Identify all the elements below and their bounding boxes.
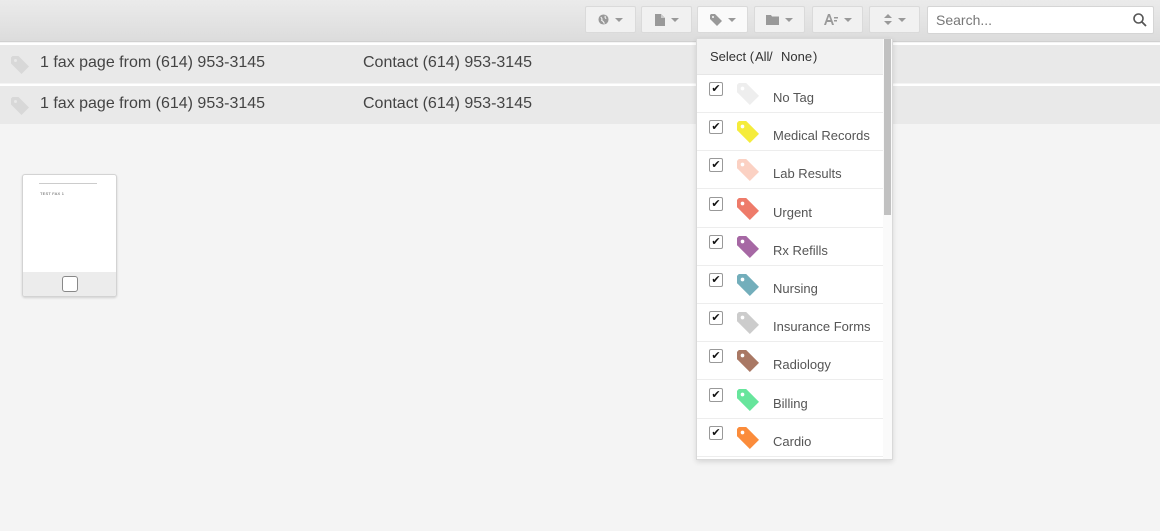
search-box [927,6,1154,34]
page-header-line [39,183,97,184]
chevron-down-icon [670,17,679,22]
tag-icon [11,97,29,115]
tag-option-checkbox[interactable]: ✔ [709,311,723,325]
folder-icon [766,15,779,25]
tag-icon [11,56,29,74]
tag-color-icon [737,236,759,258]
font-icon [823,14,838,25]
tag-color-icon [737,389,759,411]
tag-option-checkbox[interactable]: ✔ [709,158,723,172]
fax-row[interactable]: 1 fax page from (614) 953-3145 Contact (… [0,84,1160,124]
tag-option-label: Medical Records [773,128,870,143]
globe-filter-button[interactable] [585,6,636,33]
fax-title: 1 fax page from (614) 953-3145 [40,54,266,71]
tag-icon [709,13,722,26]
tag-option-label: Insurance Forms [773,319,871,334]
select-none-link[interactable]: None [781,49,812,64]
tag-color-icon [737,427,759,449]
tag-option-checkbox[interactable]: ✔ [709,197,723,211]
tag-color-icon [737,274,759,296]
tag-option-label: Cardio [773,434,812,449]
page-thumbnail[interactable]: TEST FAX 1 [22,174,117,297]
tag-option[interactable]: ✔ Insurance Forms [697,304,884,342]
tag-color-icon [737,198,759,220]
chevron-down-icon [897,17,906,22]
fax-row[interactable]: 1 fax page from (614) 953-3145 Contact (… [0,43,1160,83]
tag-color-icon [737,312,759,334]
tag-option[interactable]: ✔ Medical Records [697,113,884,151]
tag-option-label: Urgent [773,205,813,220]
tag-option-checkbox[interactable]: ✔ [709,82,723,96]
dropdown-scrollbar[interactable] [883,39,892,459]
tag-option[interactable]: ✔ No Tag [697,75,884,113]
tag-option-checkbox[interactable]: ✔ [709,120,723,134]
tag-option[interactable]: ✔ Urgent [697,190,884,228]
tag-color-icon [737,83,759,105]
toolbar [0,0,1160,42]
tag-option[interactable]: ✔ Lab Results [697,151,884,189]
folder-filter-button[interactable] [754,6,805,33]
thumbnail-footer [23,272,116,296]
globe-icon [598,14,609,25]
tag-option[interactable]: ✔ Cardio [697,419,884,457]
thumbnail-checkbox[interactable] [62,276,78,292]
document-filter-button[interactable] [641,6,692,33]
chevron-down-icon [843,17,852,22]
tag-option-label: Rx Refills [773,243,828,258]
tag-filter-dropdown: Select ( All / None ) ✔ No Tag ✔ Medical Re… [696,38,893,460]
tag-option[interactable]: ✔ Billing [697,381,884,419]
tag-option[interactable]: ✔ Rx Refills [697,228,884,266]
font-filter-button[interactable] [812,6,863,33]
tag-option-checkbox[interactable]: ✔ [709,273,723,287]
document-icon [654,13,665,26]
chevron-down-icon [727,17,736,22]
tag-filter-button[interactable] [697,6,748,33]
scrollbar-thumb[interactable] [884,39,891,215]
tag-option-checkbox[interactable]: ✔ [709,388,723,402]
tag-color-icon [737,159,759,181]
search-icon[interactable] [1133,13,1147,27]
chevron-down-icon [615,17,623,22]
tag-option-checkbox[interactable]: ✔ [709,349,723,363]
tag-option-label: Radiology [773,357,831,372]
tag-option-label: Nursing [773,281,818,296]
tag-color-icon [737,121,759,143]
tag-color-icon [737,350,759,372]
search-input[interactable] [928,7,1128,33]
page-preview-text: TEST FAX 1 [40,191,65,196]
chevron-down-icon [785,17,793,22]
tag-option-checkbox[interactable]: ✔ [709,426,723,440]
fax-contact: Contact (614) 953-3145 [363,95,532,112]
fax-title: 1 fax page from (614) 953-3145 [40,95,266,112]
sort-button[interactable] [869,6,920,33]
tag-option[interactable]: ✔ Radiology [697,342,884,380]
select-close-paren: ) [813,49,818,64]
fax-contact: Contact (614) 953-3145 [363,54,532,71]
tag-option-checkbox[interactable]: ✔ [709,235,723,249]
select-separator: / [769,49,773,64]
tag-option-label: Billing [773,396,808,411]
tag-option-label: Lab Results [773,166,842,181]
select-label: Select ( [710,49,755,64]
tag-option-label: No Tag [773,90,814,105]
tag-option[interactable]: ✔ Nursing [697,266,884,304]
select-all-link[interactable]: All [755,49,769,64]
select-all-none-header: Select ( All / None ) [697,39,884,75]
sort-icon [883,14,892,25]
